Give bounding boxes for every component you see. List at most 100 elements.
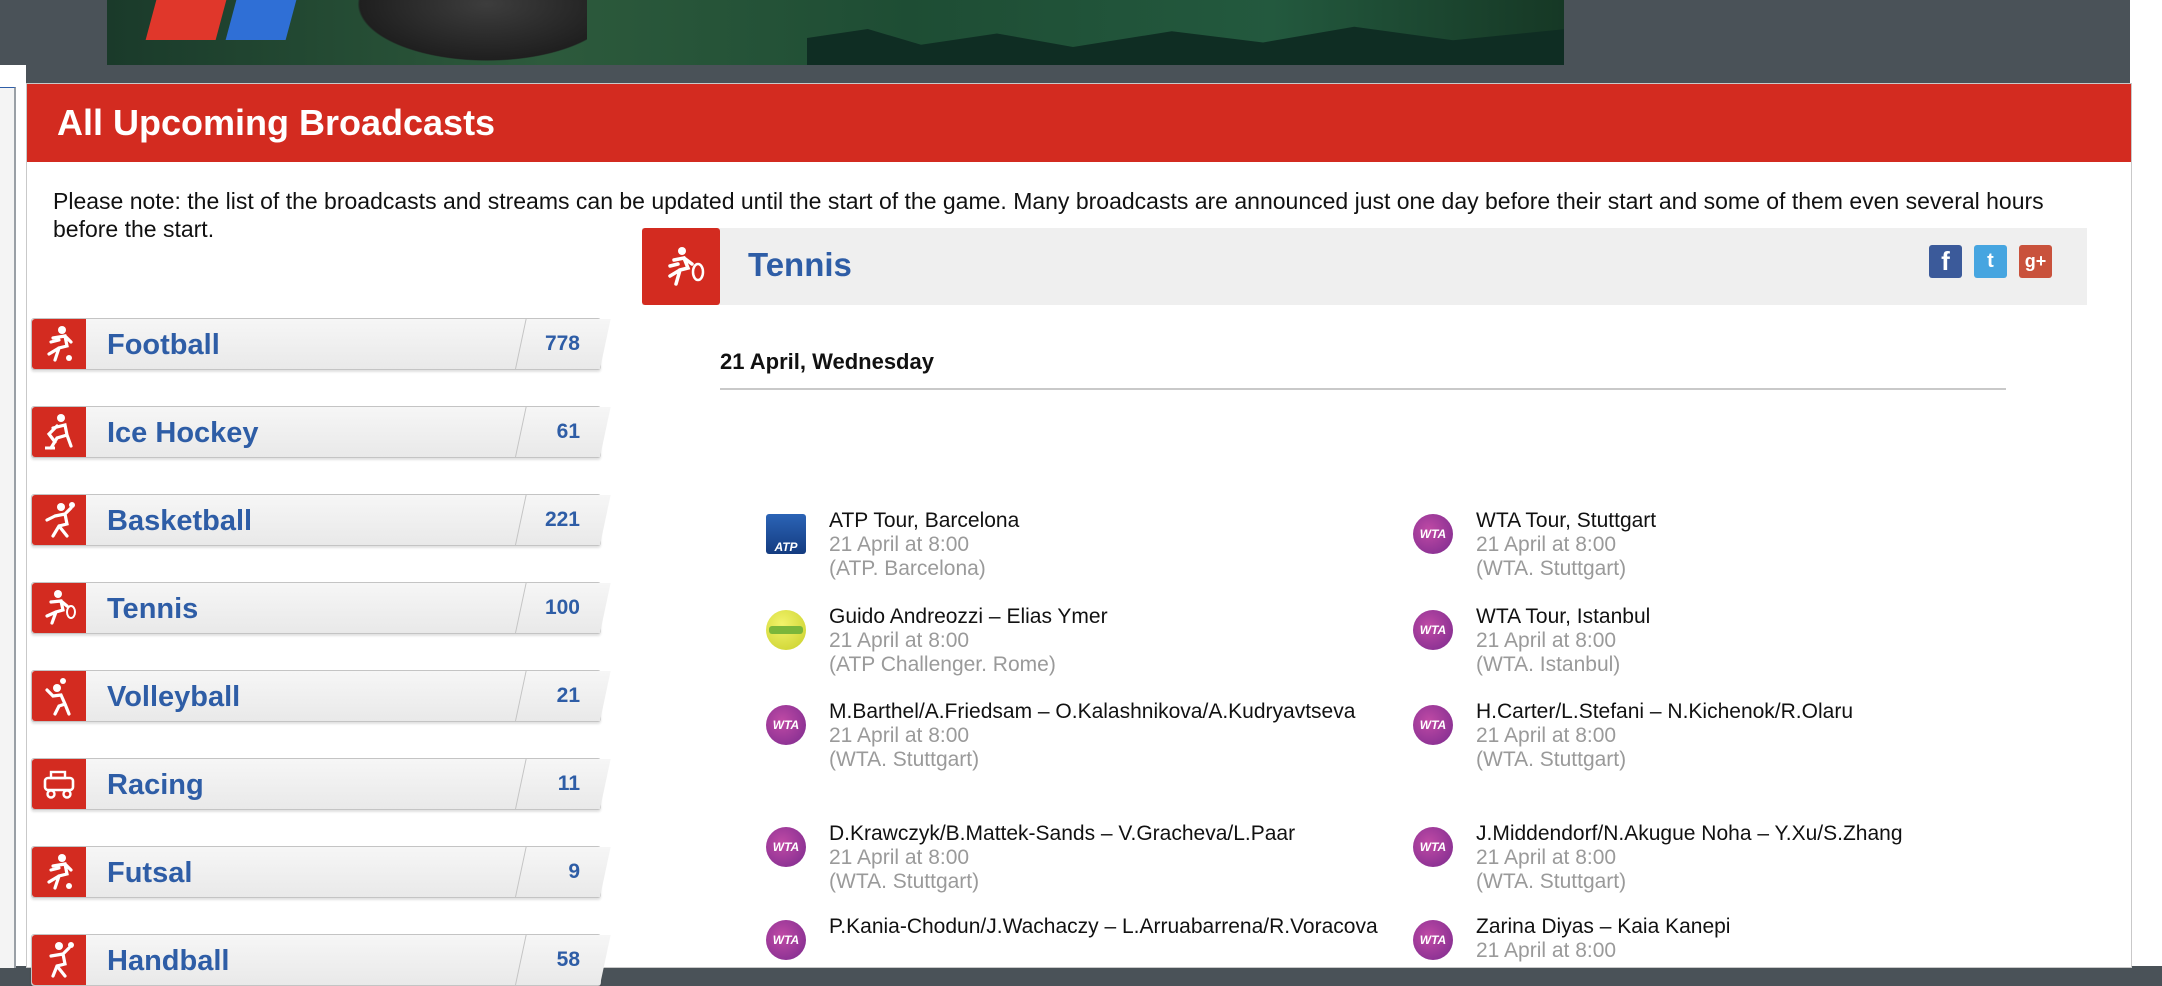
volleyball-icon	[32, 671, 86, 721]
banner-logo-shape	[145, 0, 235, 40]
broadcast-count: 21	[556, 684, 580, 707]
wta-logo-icon: WTA	[766, 827, 806, 867]
wta-logo-icon: WTA	[1413, 827, 1453, 867]
wta-logo-icon: WTA	[1413, 514, 1453, 554]
logo-text: WTA	[1419, 933, 1447, 947]
event-details: WTA Tour, Stuttgart 21 April at 8:00 (WTA.…	[1476, 508, 2036, 581]
logo-text: ATP	[774, 540, 798, 554]
section-header: Tennis f t g+	[642, 228, 2087, 305]
atp-logo-icon: ATP	[766, 514, 806, 554]
section-title: Tennis	[748, 246, 852, 283]
event-title[interactable]: Zarina Diyas – Kaia Kanepi	[1476, 914, 2036, 939]
event-title[interactable]: ATP Tour, Barcelona	[829, 508, 1389, 533]
event-title[interactable]: H.Carter/L.Stefani – N.Kichenok/R.Olaru	[1476, 699, 2036, 724]
facebook-share-icon[interactable]: f	[1929, 245, 1962, 278]
event-title[interactable]: M.Barthel/A.Friedsam – O.Kalashnikova/A.…	[829, 699, 1389, 724]
event-details: H.Carter/L.Stefani – N.Kichenok/R.Olaru 2…	[1476, 699, 2036, 772]
sidebar-item-volleyball[interactable]: Volleyball 21	[31, 670, 611, 722]
event-title[interactable]: D.Krawczyk/B.Mattek-Sands – V.Gracheva/L…	[829, 821, 1389, 846]
event-title[interactable]: WTA Tour, Istanbul	[1476, 604, 2036, 629]
left-edge-tab	[0, 87, 16, 968]
event-time: 21 April at 8:00	[1476, 846, 1617, 869]
tennis-icon	[32, 583, 86, 633]
event-league: (WTA. Istanbul)	[1476, 653, 1621, 676]
event-league: (ATP. Barcelona)	[829, 557, 986, 580]
sidebar-item-label: Handball	[107, 945, 230, 977]
sidebar-item-futsal[interactable]: Futsal 9	[31, 846, 611, 898]
logo-text: WTA	[1419, 718, 1447, 732]
event-details: M.Barthel/A.Friedsam – O.Kalashnikova/A.…	[829, 699, 1389, 772]
broadcast-count: 221	[544, 508, 580, 531]
event-details: D.Krawczyk/B.Mattek-Sands – V.Gracheva/L…	[829, 821, 1389, 894]
event-details: ATP Tour, Barcelona 21 April at 8:00 (ATP.…	[829, 508, 1389, 581]
event-league: (WTA. Stuttgart)	[1476, 557, 1627, 580]
banner-figure	[337, 0, 587, 65]
sidebar-item-basketball[interactable]: Basketball 221	[31, 494, 611, 546]
event-time: 21 April at 8:00	[1476, 533, 1617, 556]
left-margin	[0, 65, 26, 968]
event-league: (WTA. Stuttgart)	[829, 748, 980, 771]
wta-logo-icon: WTA	[1413, 705, 1453, 745]
logo-text: WTA	[772, 840, 800, 854]
logo-text: WTA	[772, 718, 800, 732]
handball-icon	[32, 935, 86, 985]
event-details: J.Middendorf/N.Akugue Noha – Y.Xu/S.Zhan…	[1476, 821, 2036, 894]
broadcast-count: 58	[556, 948, 580, 971]
promo-banner[interactable]	[107, 0, 1564, 65]
ice-hockey-icon	[32, 407, 86, 457]
event-title[interactable]: P.Kania-Chodun/J.Wachaczy – L.Arruabarre…	[829, 914, 1389, 939]
football-icon	[32, 319, 86, 369]
broadcast-count: 11	[557, 772, 580, 795]
event-time: 21 April at 8:00	[1476, 939, 1617, 962]
futsal-icon	[32, 847, 86, 897]
day-heading: 21 April, Wednesday	[720, 349, 934, 374]
wta-logo-icon: WTA	[766, 920, 806, 960]
event-time: 21 April at 8:00	[1476, 629, 1617, 652]
sidebar-item-tennis[interactable]: Tennis 100	[31, 582, 611, 634]
event-title[interactable]: Guido Andreozzi – Elias Ymer	[829, 604, 1389, 629]
banner-logo-shape-secondary	[225, 0, 305, 40]
sidebar-item-label: Volleyball	[107, 681, 241, 713]
sidebar-item-label: Basketball	[107, 505, 253, 537]
event-league: (WTA. Stuttgart)	[829, 870, 980, 893]
broadcast-count: 100	[544, 596, 580, 619]
logo-text: WTA	[1419, 840, 1447, 854]
sidebar-item-ice-hockey[interactable]: Ice Hockey 61	[31, 406, 611, 458]
broadcast-count: 61	[556, 420, 580, 443]
sidebar-item-racing[interactable]: Racing 11	[31, 758, 611, 810]
sidebar-item-label: Football	[107, 329, 220, 361]
event-title[interactable]: J.Middendorf/N.Akugue Noha – Y.Xu/S.Zhan…	[1476, 821, 2036, 846]
event-time: 21 April at 8:00	[829, 846, 970, 869]
event-title[interactable]: WTA Tour, Stuttgart	[1476, 508, 2036, 533]
count-badge-bg	[515, 847, 611, 897]
sidebar-item-label: Ice Hockey	[107, 417, 259, 449]
event-league: (WTA. Stuttgart)	[1476, 870, 1627, 893]
racing-icon	[32, 759, 86, 809]
event-time: 21 April at 8:00	[829, 724, 970, 747]
logo-text: WTA	[772, 933, 800, 947]
panel-header: All Upcoming Broadcasts	[27, 84, 2131, 162]
twitter-share-icon[interactable]: t	[1974, 245, 2007, 278]
day-divider	[720, 388, 2006, 390]
event-league: (ATP Challenger. Rome)	[829, 653, 1056, 676]
event-time: 21 April at 8:00	[829, 533, 970, 556]
broadcast-count: 9	[568, 860, 580, 883]
event-time: 21 April at 8:00	[829, 629, 970, 652]
broadcast-count: 778	[544, 332, 580, 355]
event-details: WTA Tour, Istanbul 21 April at 8:00 (WTA. …	[1476, 604, 2036, 677]
sidebar-item-football[interactable]: Football 778	[31, 318, 611, 370]
basketball-icon	[32, 495, 86, 545]
wta-logo-icon: WTA	[1413, 920, 1453, 960]
event-time: 21 April at 8:00	[1476, 724, 1617, 747]
google-plus-share-icon[interactable]: g+	[2019, 245, 2052, 278]
sidebar-item-handball[interactable]: Handball 58	[31, 934, 611, 986]
page-title: All Upcoming Broadcasts	[57, 102, 496, 143]
wta-logo-icon: WTA	[1413, 610, 1453, 650]
event-details: P.Kania-Chodun/J.Wachaczy – L.Arruabarre…	[829, 914, 1389, 939]
event-details: Zarina Diyas – Kaia Kanepi 21 April at 8:…	[1476, 914, 2036, 963]
logo-text: WTA	[1419, 527, 1447, 541]
sidebar-item-label: Racing	[107, 769, 204, 801]
event-league: (WTA. Stuttgart)	[1476, 748, 1627, 771]
tennis-icon	[642, 228, 720, 305]
ball-logo-icon	[766, 610, 806, 650]
